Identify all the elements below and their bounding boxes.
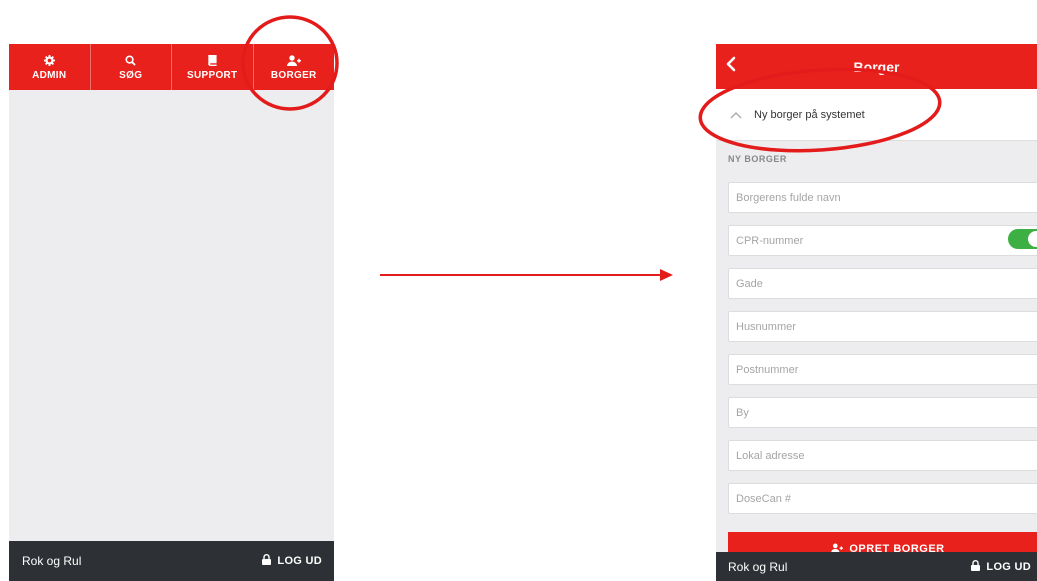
footer-bar: Rok og Rul LOG UD bbox=[716, 552, 1037, 581]
logout-label: LOG UD bbox=[277, 555, 322, 567]
lock-icon bbox=[262, 554, 272, 568]
cpr-toggle[interactable] bbox=[1008, 229, 1037, 249]
screen-header: Borger bbox=[716, 44, 1037, 89]
cpr-field[interactable] bbox=[728, 225, 1037, 256]
chevron-left-icon bbox=[726, 56, 736, 72]
top-nav-bar: ADMIN SØG SUPPORT BORGER bbox=[9, 44, 334, 90]
logout-label: LOG UD bbox=[986, 560, 1031, 573]
nav-admin-label: ADMIN bbox=[32, 69, 67, 81]
lock-icon bbox=[971, 559, 981, 574]
new-citizen-accordion[interactable]: Ny borger på systemet bbox=[716, 89, 1037, 141]
logout-button[interactable]: LOG UD bbox=[262, 554, 322, 568]
nav-search[interactable]: SØG bbox=[91, 44, 172, 90]
full-name-field[interactable] bbox=[728, 182, 1037, 213]
nav-search-label: SØG bbox=[119, 69, 143, 81]
dosecan-field[interactable] bbox=[728, 483, 1037, 514]
house-number-field[interactable] bbox=[728, 311, 1037, 342]
search-icon bbox=[125, 54, 136, 68]
user-add-icon bbox=[286, 54, 301, 68]
arrow-icon bbox=[380, 269, 673, 281]
logout-button[interactable]: LOG UD bbox=[971, 559, 1031, 574]
toggle-knob bbox=[1028, 231, 1037, 247]
accordion-label: Ny borger på systemet bbox=[754, 108, 865, 121]
user-name: Rok og Rul bbox=[728, 559, 788, 574]
nav-borger-label: BORGER bbox=[270, 69, 317, 81]
local-address-field[interactable] bbox=[728, 440, 1037, 471]
nav-support[interactable]: SUPPORT bbox=[172, 44, 254, 90]
street-field[interactable] bbox=[728, 268, 1037, 299]
section-label: NY BORGER bbox=[728, 154, 787, 164]
app-screen-after: Borger Ny borger på systemet NY BORGER O… bbox=[716, 44, 1037, 581]
app-screen-before: ADMIN SØG SUPPORT BORGER Rok og Rul LOG … bbox=[9, 44, 334, 581]
postal-code-field[interactable] bbox=[728, 354, 1037, 385]
nav-borger[interactable]: BORGER bbox=[254, 44, 335, 90]
book-icon bbox=[207, 54, 217, 68]
chevron-up-icon bbox=[730, 111, 742, 119]
user-name: Rok og Rul bbox=[22, 554, 82, 568]
back-button[interactable] bbox=[726, 56, 736, 75]
city-field[interactable] bbox=[728, 397, 1037, 428]
page-title: Borger bbox=[853, 58, 900, 75]
footer-bar: Rok og Rul LOG UD bbox=[9, 541, 334, 581]
gear-icon bbox=[43, 54, 55, 68]
nav-admin[interactable]: ADMIN bbox=[9, 44, 91, 90]
nav-support-label: SUPPORT bbox=[187, 69, 238, 81]
